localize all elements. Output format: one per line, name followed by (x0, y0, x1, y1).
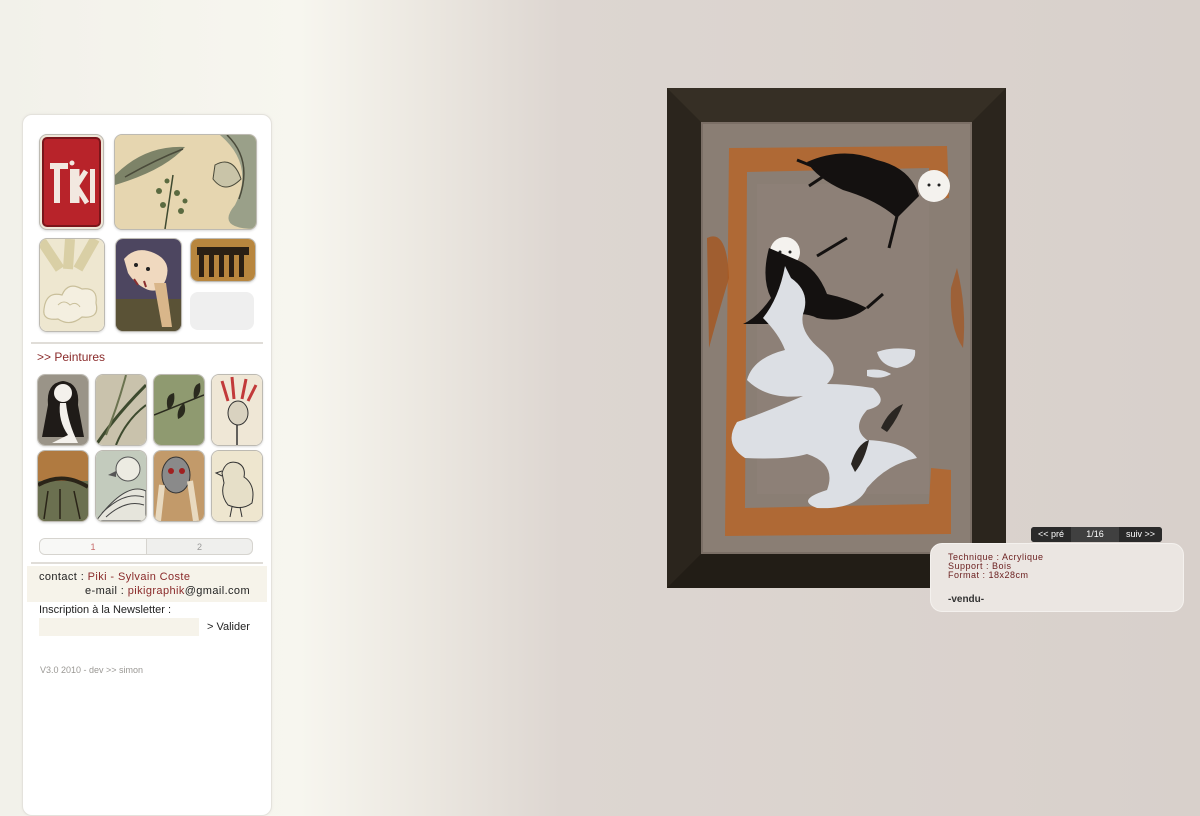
branch-image (96, 375, 146, 445)
gallery-thumb[interactable] (153, 450, 205, 522)
divider (31, 562, 263, 564)
featured-thumb[interactable] (114, 134, 257, 230)
gallery-thumb[interactable] (95, 374, 147, 446)
email-user: pikigraphik (127, 585, 185, 597)
cat-image (116, 239, 181, 331)
contact-label: contact : (39, 571, 85, 583)
empty-thumb-slot (190, 292, 254, 330)
contact-line: contact : Piki - Sylvain Coste (39, 571, 190, 583)
contact-name-link[interactable]: Piki - Sylvain Coste (88, 571, 191, 583)
bird-image (212, 451, 262, 521)
email-line: e-mail : pikigraphik@gmail.com (85, 585, 250, 597)
comb-thumb[interactable] (190, 238, 256, 282)
comb-image (191, 239, 255, 281)
divider (31, 342, 263, 344)
peintures-link[interactable]: >> Peintures (37, 350, 105, 364)
email-link[interactable]: pikigraphik@gmail.com (128, 585, 250, 597)
piki-logo (42, 137, 101, 227)
sidebar: >> Peintures 1 2 contact: Piki - Sylvai… (22, 114, 272, 816)
mask-image (154, 451, 204, 521)
next-button[interactable]: suiv >> (1119, 527, 1162, 542)
gallery-thumb[interactable] (153, 374, 205, 446)
footer-credit: V3.0 2010 - dev >> simon (40, 665, 144, 675)
painting-image (667, 88, 1006, 588)
newsletter-label: Inscription à la Newsletter : (39, 604, 172, 616)
gallery-thumb[interactable] (37, 450, 89, 522)
format-text: Format : 18x28cm (948, 570, 1029, 580)
cloud-image (40, 239, 104, 331)
newsletter-email-input[interactable] (39, 618, 199, 636)
image-counter: 1/16 (1071, 527, 1119, 542)
cloud-thumb[interactable] (39, 238, 105, 332)
leaves-image (154, 375, 204, 445)
logo-thumb[interactable] (39, 134, 104, 230)
sold-status: -vendu- (948, 594, 985, 605)
main-painting[interactable] (667, 88, 1006, 588)
prev-button[interactable]: << pré (1031, 527, 1071, 542)
painting-nav: << pré 1/16 suiv >> (1031, 527, 1162, 542)
bird-head-image (96, 451, 146, 521)
page-1-button[interactable]: 1 (40, 539, 147, 554)
gallery-pager: 1 2 (39, 538, 253, 555)
ghost-girl-image (38, 375, 88, 445)
gallery-thumb[interactable] (37, 374, 89, 446)
thistle-image (212, 375, 262, 445)
cat-thumb[interactable] (115, 238, 182, 332)
gallery-thumb[interactable] (95, 450, 147, 522)
contact-box: contact : Piki - Sylvain Coste e-mail : … (27, 566, 267, 602)
root-image (38, 451, 88, 521)
painting-info-box: Technique : Acrylique Support : Bois For… (930, 543, 1184, 612)
email-domain: @gmail.com (184, 585, 251, 597)
botanical-image (115, 135, 256, 229)
gallery-thumb[interactable] (211, 374, 263, 446)
gallery-thumb[interactable] (211, 450, 263, 522)
newsletter-submit-button[interactable]: > Valider (207, 621, 250, 633)
email-label: e-mail : (85, 585, 125, 597)
page-2-button[interactable]: 2 (147, 539, 252, 554)
